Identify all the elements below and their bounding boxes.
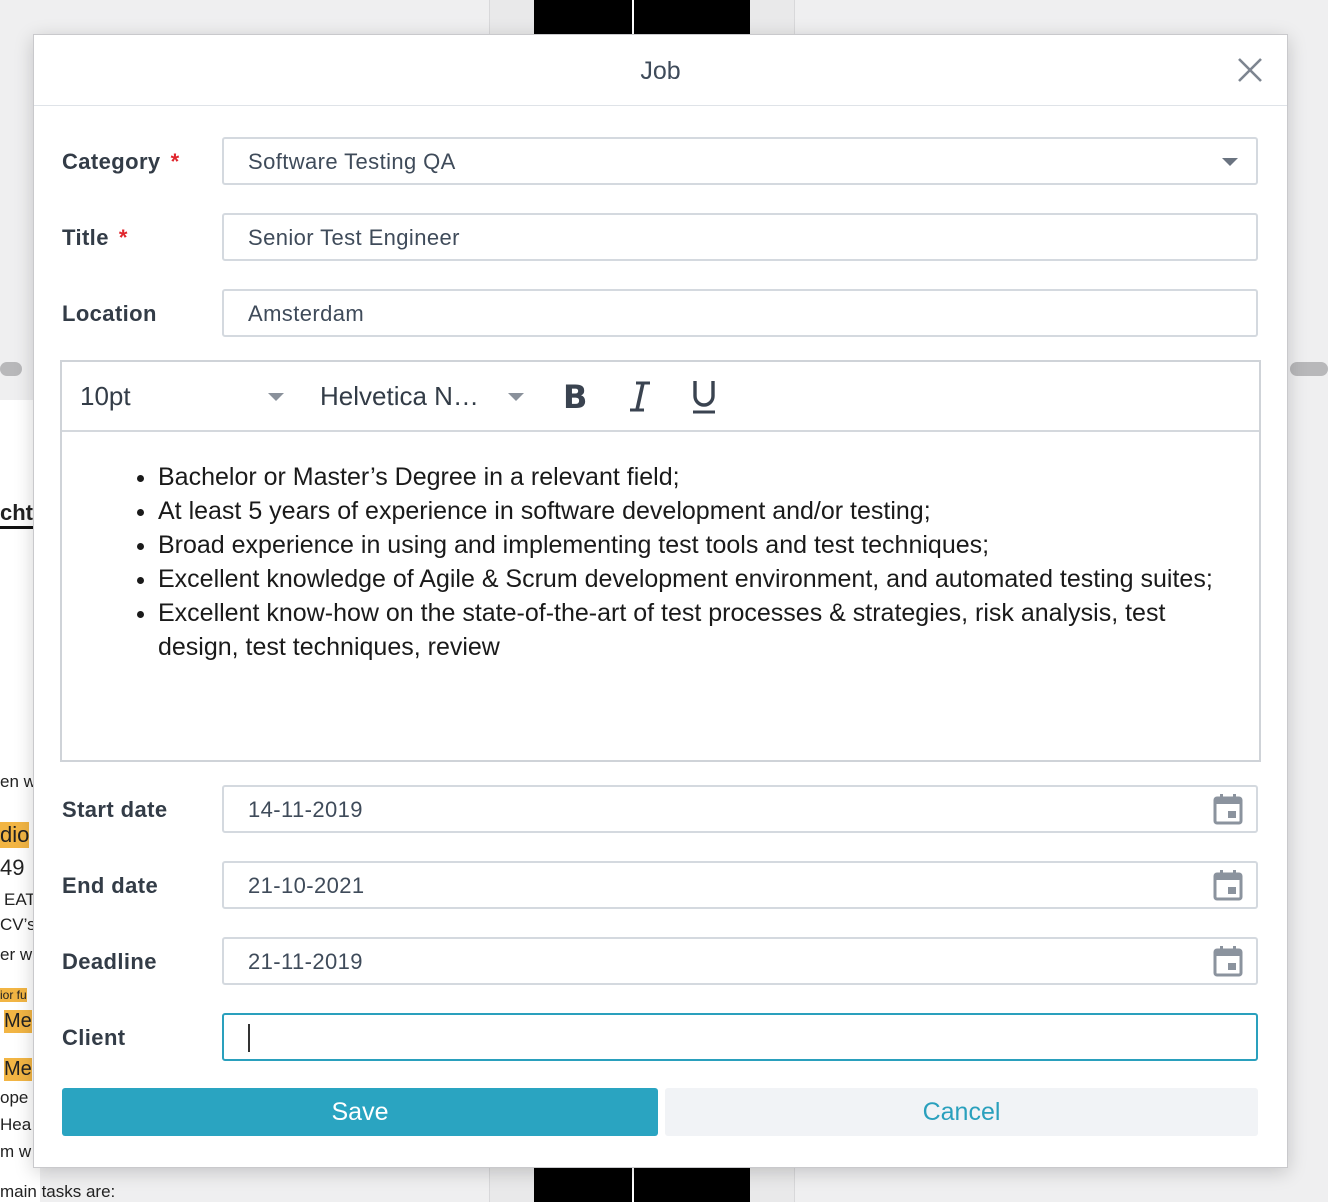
list-item: Excellent know-how on the state-of-the-a… <box>158 596 1219 664</box>
job-dialog: Job Category * Software Testing QA Title *… <box>33 34 1288 1168</box>
background-scrollbar-right <box>1290 362 1328 376</box>
background-text: main tasks are: <box>0 1182 116 1201</box>
background-text: Me <box>4 1010 32 1033</box>
background-text: Hea <box>0 1115 32 1134</box>
bold-icon: B <box>563 378 587 416</box>
bold-button[interactable]: B <box>556 376 596 416</box>
background-text: dio <box>0 822 30 848</box>
font-family-select[interactable]: Helvetica N… <box>302 362 532 432</box>
font-family-value: Helvetica N… <box>320 381 479 411</box>
location-value: Amsterdam <box>248 301 365 326</box>
title-label-text: Title <box>62 225 109 250</box>
chevron-down-icon <box>268 393 284 401</box>
background-text: ior fu <box>0 988 27 1002</box>
deadline-input[interactable]: 21-11-2019 <box>222 937 1258 985</box>
editor-toolbar: 10pt Helvetica N… B <box>62 362 1259 432</box>
location-label: Location <box>62 301 157 326</box>
chevron-down-icon <box>508 393 524 401</box>
list-item: Bachelor or Master’s Degree in a relevan… <box>158 460 1219 494</box>
cancel-button[interactable]: Cancel <box>665 1088 1258 1136</box>
title-input[interactable]: Senior Test Engineer <box>222 213 1258 261</box>
deadline-label: Deadline <box>62 949 157 974</box>
category-label: Category * <box>62 149 180 175</box>
end-date-label: End date <box>62 873 159 898</box>
list-item: Excellent knowledge of Agile & Scrum dev… <box>158 562 1219 596</box>
calendar-icon[interactable] <box>1210 943 1246 979</box>
close-icon <box>1238 58 1262 82</box>
list-item: At least 5 years of experience in softwa… <box>158 494 1219 528</box>
italic-icon <box>630 381 650 412</box>
font-size-value: 10pt <box>80 381 131 411</box>
underline-button[interactable] <box>684 376 724 416</box>
calendar-icon[interactable] <box>1210 791 1246 827</box>
background-text: en w <box>0 772 36 791</box>
chevron-down-icon <box>1222 158 1238 166</box>
background-text: cht <box>0 500 33 529</box>
font-size-select[interactable]: 10pt <box>62 362 292 432</box>
required-marker: * <box>170 149 180 174</box>
background-text: CV’s <box>0 915 36 934</box>
background-text: ope <box>0 1088 29 1107</box>
title-label: Title * <box>62 225 128 251</box>
list-item: Broad experience in using and implementi… <box>158 528 1219 562</box>
save-button[interactable]: Save <box>62 1088 658 1136</box>
text-caret <box>248 1024 250 1052</box>
background-text: er w <box>0 945 33 964</box>
start-date-label: Start date <box>62 797 168 822</box>
location-input[interactable]: Amsterdam <box>222 289 1258 337</box>
client-label: Client <box>62 1025 126 1050</box>
underline-icon <box>693 381 715 414</box>
start-date-value: 14-11-2019 <box>248 797 363 822</box>
calendar-icon[interactable] <box>1210 867 1246 903</box>
category-label-text: Category <box>62 149 161 174</box>
italic-button[interactable] <box>620 376 660 416</box>
dialog-header: Job <box>34 35 1287 106</box>
background-text: Me <box>4 1058 32 1081</box>
background-text: m w <box>0 1142 32 1161</box>
category-select[interactable]: Software Testing QA <box>222 137 1258 185</box>
required-marker: * <box>118 225 128 250</box>
svg-text:B: B <box>563 378 587 416</box>
deadline-value: 21-11-2019 <box>248 949 363 974</box>
close-button[interactable] <box>1235 55 1265 85</box>
background-scrollbar-left <box>0 362 22 376</box>
category-value: Software Testing QA <box>248 149 456 174</box>
editor-content[interactable]: Bachelor or Master’s Degree in a relevan… <box>62 434 1259 760</box>
end-date-value: 21-10-2021 <box>248 873 365 898</box>
description-editor: 10pt Helvetica N… B • Bachelor or Master… <box>60 360 1261 762</box>
end-date-input[interactable]: 21-10-2021 <box>222 861 1258 909</box>
title-value: Senior Test Engineer <box>248 225 460 250</box>
client-input[interactable] <box>222 1013 1258 1061</box>
dialog-title: Job <box>640 57 681 85</box>
background-text: 49 <box>0 855 25 880</box>
start-date-input[interactable]: 14-11-2019 <box>222 785 1258 833</box>
requirements-list: Bachelor or Master’s Degree in a relevan… <box>158 460 1219 664</box>
background-text: EAT <box>4 890 36 909</box>
